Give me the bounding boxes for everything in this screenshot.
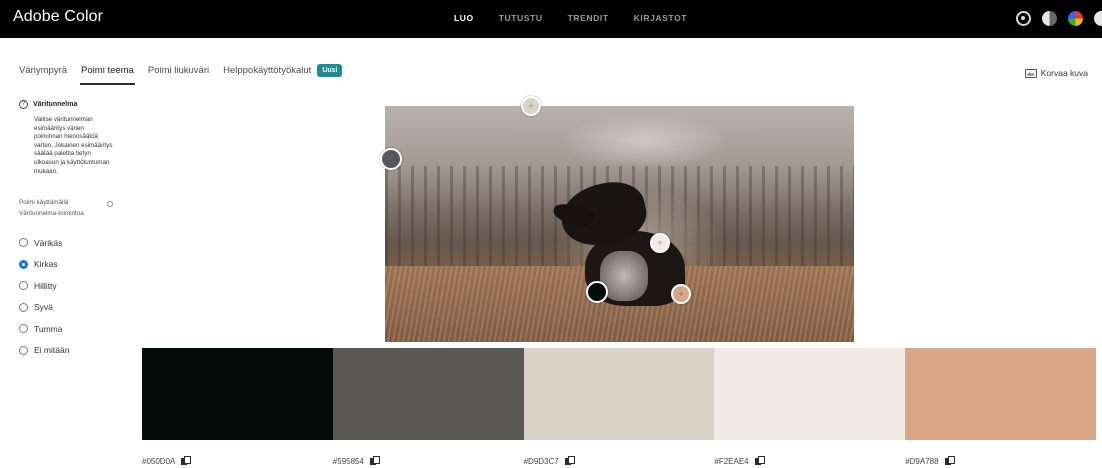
mood-option-label: Syvä [34, 302, 53, 313]
hex-value[interactable]: #D9D3C7 [524, 457, 559, 466]
color-swatch[interactable] [142, 348, 333, 440]
radio-button[interactable] [19, 345, 28, 355]
color-picker-5[interactable]: + [671, 284, 691, 304]
plus-icon: + [657, 238, 663, 248]
radio-button[interactable] [19, 238, 28, 248]
harmony-description: Valitse väritunnelman esimääritys värien… [34, 116, 113, 175]
copy-icon[interactable] [181, 456, 192, 466]
nav-explore[interactable]: TUTUSTU [499, 13, 543, 23]
color-picker-1[interactable]: + [521, 96, 541, 116]
image-icon [1024, 68, 1037, 78]
plus-icon: + [528, 101, 534, 111]
mood-option-label: Värikäs [34, 237, 63, 248]
tab-accessibility-tools[interactable]: Helppokäyttötyökalut [223, 65, 311, 84]
tab-extract-gradient[interactable]: Poimi liukuväri [148, 65, 209, 84]
pick-label: Poimi käyttämällä Väritunnelma-toimintoa [19, 198, 113, 219]
top-nav: LUO TUTUSTU TRENDIT KIRJASTOT [454, 13, 687, 23]
nav-libraries[interactable]: KIRJASTOT [634, 13, 687, 23]
nav-create[interactable]: LUO [454, 13, 474, 23]
copy-icon[interactable] [754, 456, 765, 466]
plus-icon: + [678, 289, 684, 299]
radio-button[interactable] [19, 324, 28, 334]
help-icon[interactable]: ? [19, 100, 28, 109]
mood-option-label: Tumma [34, 323, 63, 334]
palette-swatches [142, 348, 1096, 440]
mood-radio-group: Värikäs Kirkas Hillitty Syvä Tumma Ei mi… [19, 232, 129, 361]
mood-option-bright[interactable]: Kirkas [19, 254, 129, 276]
mood-option-deep[interactable]: Syvä [19, 297, 129, 319]
new-badge: Uusi [317, 64, 343, 77]
creative-cloud-icon[interactable] [1016, 11, 1031, 26]
hex-value[interactable]: #D9A788 [905, 457, 938, 466]
hex-item: #050D0A [142, 456, 333, 466]
color-swatch[interactable] [714, 348, 906, 440]
mood-option-label: Hillitty [34, 280, 57, 291]
color-picker-4[interactable] [586, 281, 608, 303]
mood-option-label: Ei mitään [34, 345, 70, 356]
mood-option-none[interactable]: Ei mitään [19, 340, 129, 362]
color-swatch[interactable] [905, 348, 1096, 440]
radio-button[interactable] [19, 302, 28, 312]
color-swatch[interactable] [523, 348, 715, 440]
hex-value[interactable]: #F2EAE4 [714, 457, 748, 466]
hex-value[interactable]: #050D0A [142, 457, 175, 466]
sidebar: ? Väritunnelma Valitse väritunnelman esi… [19, 100, 129, 361]
hex-item: #595854 [333, 456, 524, 466]
nav-trends[interactable]: TRENDIT [568, 13, 609, 23]
replace-image-label: Korvaa kuva [1040, 68, 1088, 78]
replace-image-button[interactable]: Korvaa kuva [1024, 68, 1088, 78]
color-swatch[interactable] [332, 348, 524, 440]
copy-icon[interactable] [944, 456, 955, 466]
mood-option-muted[interactable]: Hillitty [19, 275, 129, 297]
source-photo[interactable] [385, 106, 854, 342]
top-icons [1016, 11, 1102, 26]
copy-icon[interactable] [564, 456, 575, 466]
radio-button[interactable] [19, 281, 28, 291]
color-wheel-icon[interactable] [1068, 11, 1083, 26]
color-picker-3[interactable]: + [650, 233, 670, 253]
mood-option-label: Kirkas [34, 259, 58, 270]
info-icon[interactable] [1094, 11, 1102, 26]
copy-icon[interactable] [369, 456, 380, 466]
hex-value[interactable]: #595854 [333, 457, 364, 466]
mode-tabs: Väriympyrä Poimi teema Poimi liukuväri H… [19, 64, 343, 85]
pick-label-text: Poimi käyttämällä Väritunnelma-toimintoa [19, 199, 84, 217]
hex-codes: #050D0A #595854 #D9D3C7 #F2EAE4 #D9A788 [142, 456, 1096, 466]
contrast-icon[interactable] [1042, 11, 1057, 26]
mood-option-dark[interactable]: Tumma [19, 318, 129, 340]
harmony-header: ? Väritunnelma [19, 100, 129, 109]
harmony-title: Väritunnelma [33, 101, 78, 108]
radio-button-selected[interactable] [19, 259, 28, 269]
color-picker-2[interactable] [380, 148, 402, 170]
tab-color-wheel[interactable]: Väriympyrä [19, 65, 67, 84]
info-icon[interactable] [107, 201, 113, 208]
hex-item: #D9D3C7 [524, 456, 715, 466]
mood-option-colorful[interactable]: Värikäs [19, 232, 129, 254]
top-bar: Adobe Color LUO TUTUSTU TRENDIT KIRJASTO… [0, 0, 1102, 38]
app-title[interactable]: Adobe Color [13, 8, 103, 26]
tab-extract-theme[interactable]: Poimi teema [80, 65, 135, 85]
hex-item: #F2EAE4 [714, 456, 905, 466]
hex-item: #D9A788 [905, 456, 1096, 466]
